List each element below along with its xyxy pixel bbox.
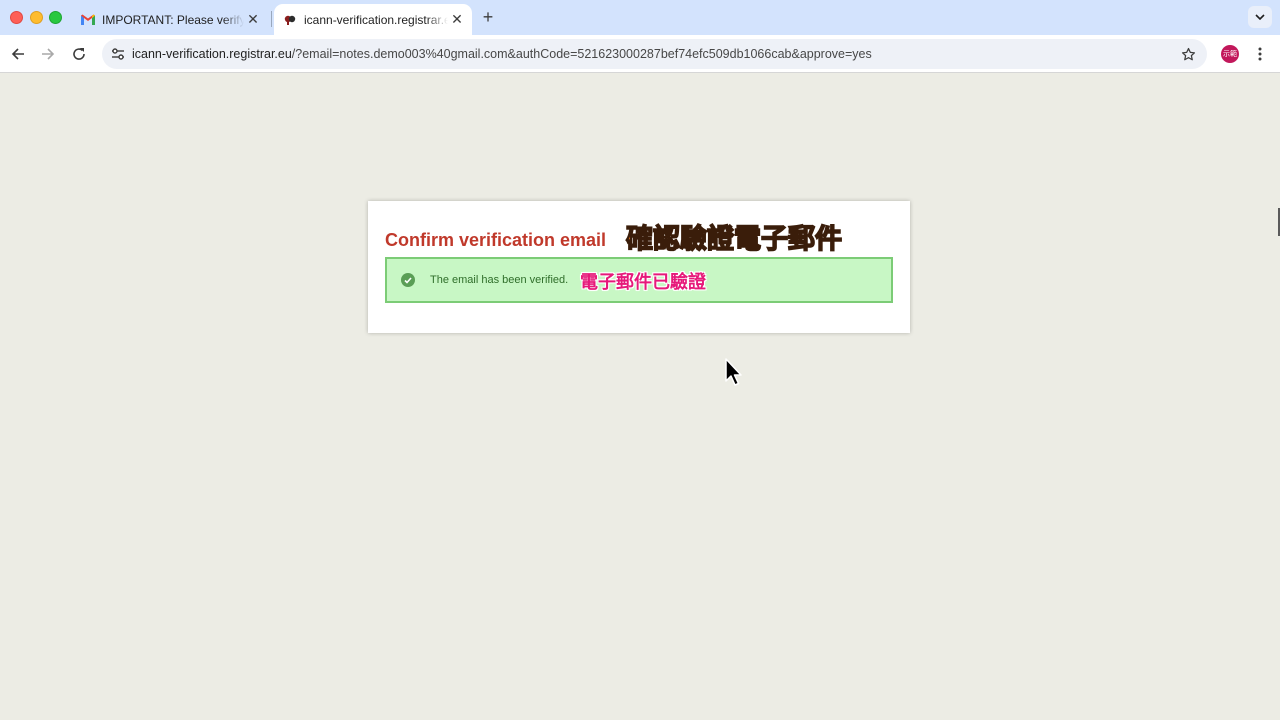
reload-icon: [73, 48, 85, 60]
minimize-window-button[interactable]: [30, 11, 43, 24]
back-button[interactable]: [7, 43, 29, 65]
verification-card: Confirm verification email 確認驗證電子郵件 The …: [368, 201, 910, 333]
more-vertical-icon: [1258, 47, 1262, 61]
page-content: Confirm verification email 確認驗證電子郵件 The …: [0, 73, 1280, 720]
bookmark-star-icon[interactable]: [1179, 45, 1197, 63]
browser-window: IMPORTANT: Please verify your ✕ icann-ve…: [0, 0, 1280, 720]
url-path: /?email=notes.demo003%40gmail.com&authCo…: [291, 47, 872, 61]
site-info-icon[interactable]: [108, 44, 128, 64]
tab-separator: [271, 11, 272, 27]
maximize-window-button[interactable]: [49, 11, 62, 24]
tab-gmail[interactable]: IMPORTANT: Please verify your ✕: [72, 4, 268, 35]
browser-menu-button[interactable]: [1252, 44, 1268, 64]
close-tab-icon[interactable]: ✕: [244, 11, 262, 29]
arrow-left-icon: [11, 48, 24, 60]
arrow-right-icon: [42, 48, 55, 60]
tab-title: icann-verification.registrar.eu: [304, 12, 448, 27]
mouse-cursor-icon: [725, 358, 742, 386]
tab-title: IMPORTANT: Please verify your: [102, 12, 244, 27]
url-domain: icann-verification.registrar.eu: [132, 47, 292, 61]
alert-message: The email has been verified.: [430, 274, 569, 286]
profile-avatar[interactable]: 示範: [1221, 45, 1239, 63]
tab-registrar[interactable]: icann-verification.registrar.eu ✕: [274, 4, 472, 35]
registrar-icon: [282, 12, 298, 28]
tab-search-button[interactable]: [1248, 6, 1272, 28]
title-annotation: 確認驗證電子郵件: [625, 223, 843, 256]
new-tab-button[interactable]: +: [478, 7, 498, 27]
tab-strip: IMPORTANT: Please verify your ✕ icann-ve…: [0, 0, 1280, 35]
reload-button[interactable]: [68, 43, 90, 65]
close-window-button[interactable]: [10, 11, 23, 24]
gmail-icon: [80, 12, 96, 28]
close-tab-icon[interactable]: ✕: [448, 11, 466, 29]
chevron-down-icon: [1255, 14, 1265, 20]
forward-button[interactable]: [37, 43, 59, 65]
url-text: icann-verification.registrar.eu/?email=n…: [132, 47, 872, 61]
browser-toolbar: icann-verification.registrar.eu/?email=n…: [0, 35, 1280, 73]
alert-annotation: 電子郵件已驗證: [580, 272, 706, 293]
address-bar[interactable]: icann-verification.registrar.eu/?email=n…: [102, 39, 1207, 69]
success-alert: The email has been verified. 電子郵件已驗證: [385, 257, 893, 303]
page-title: Confirm verification email: [385, 230, 607, 250]
check-circle-icon: [401, 273, 415, 287]
